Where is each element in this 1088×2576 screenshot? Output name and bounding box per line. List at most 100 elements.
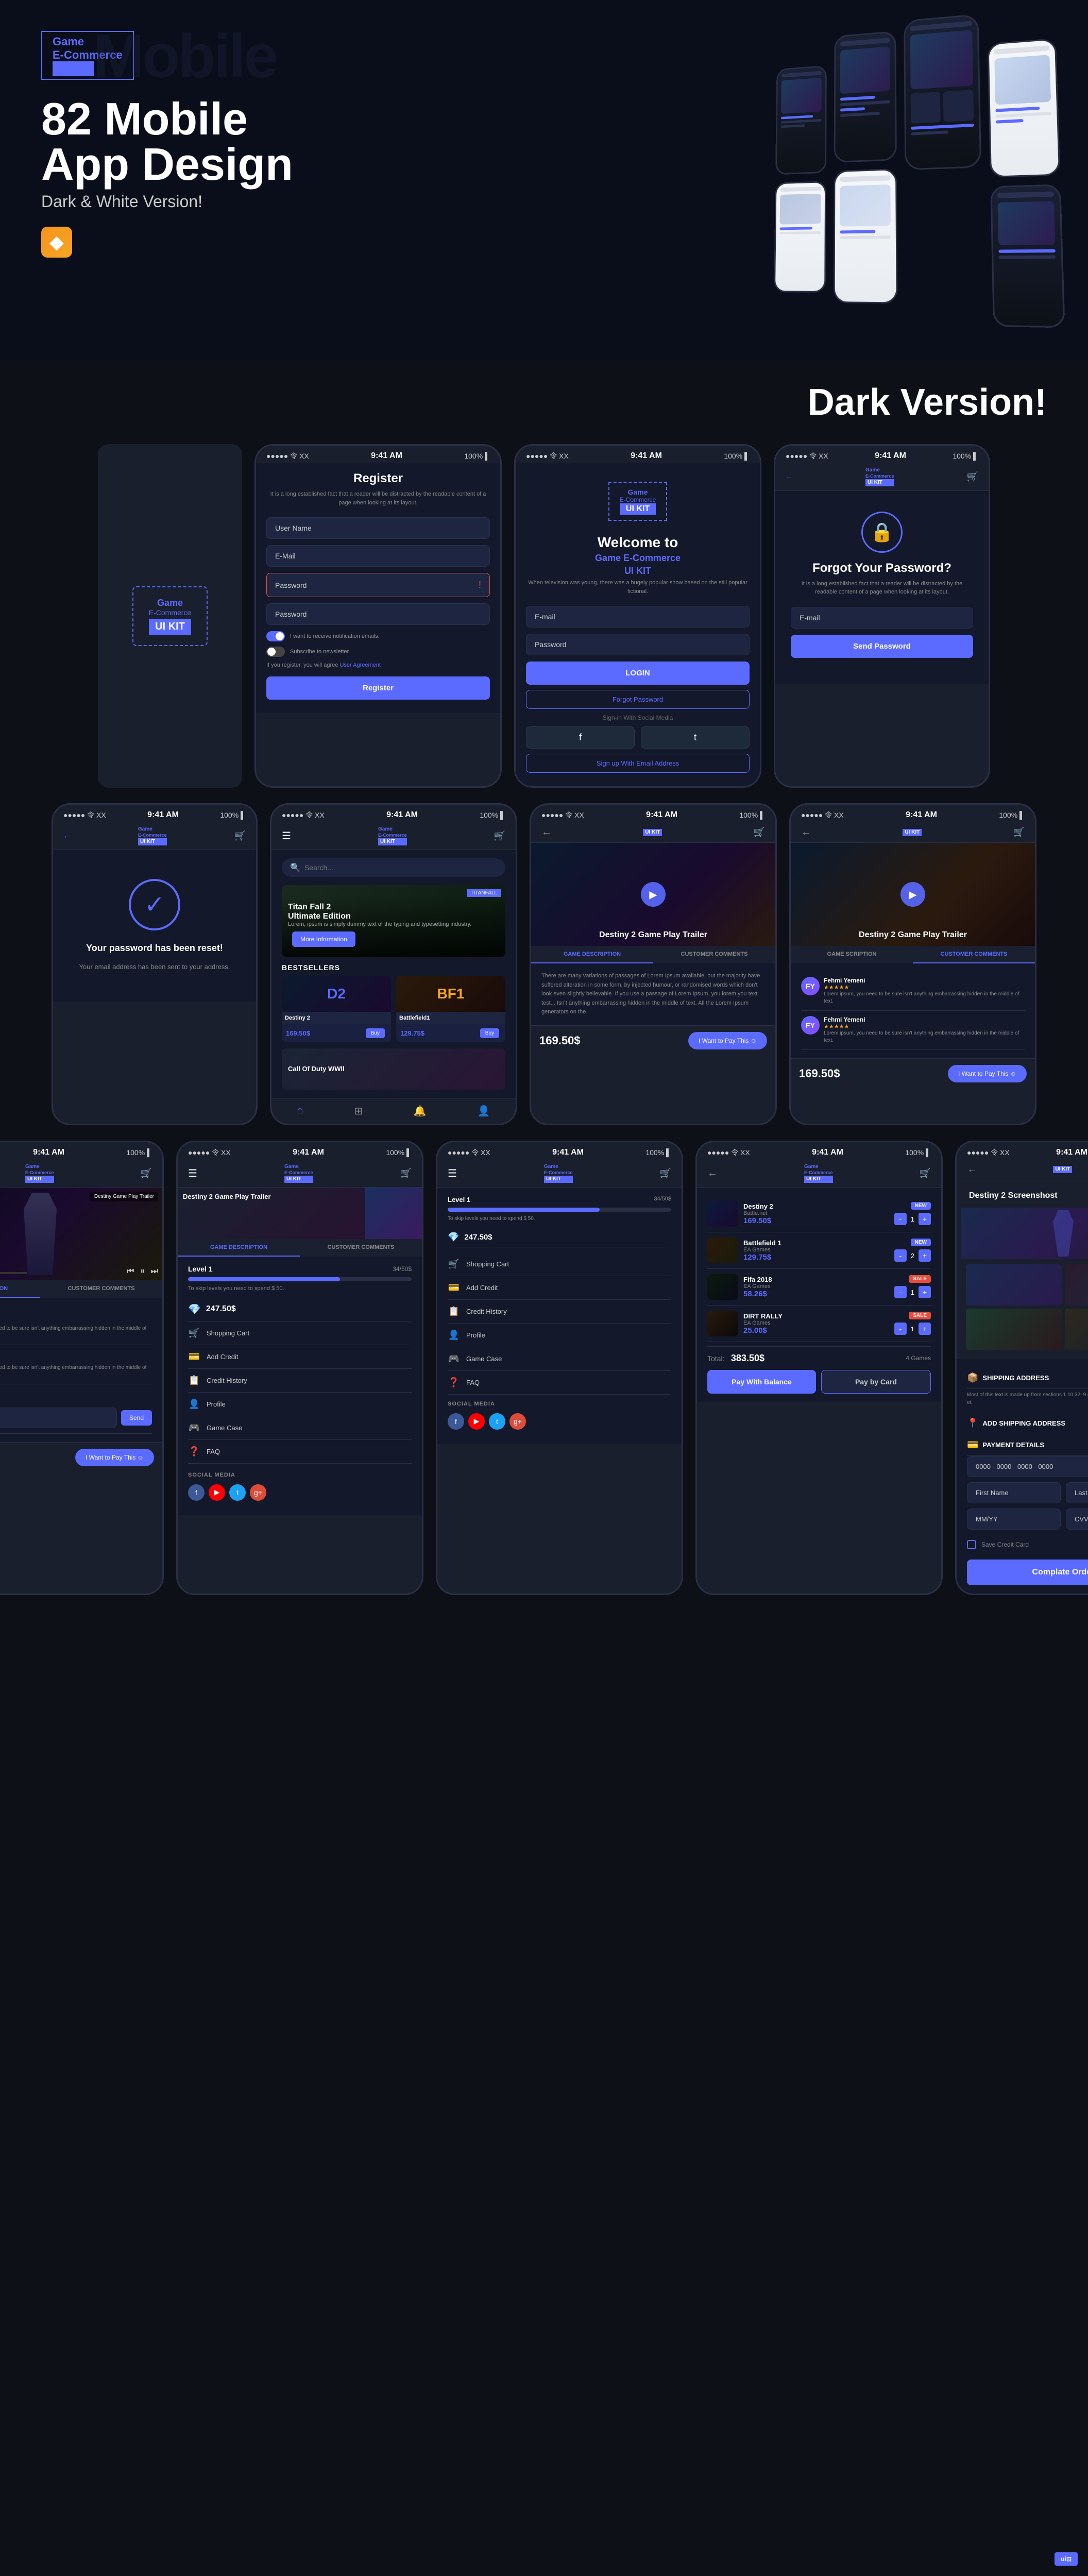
menu-icon-header[interactable]: ☰ bbox=[282, 829, 291, 842]
cart-icon-search[interactable]: 🛒 bbox=[494, 831, 505, 841]
twitter-login-btn[interactable]: t bbox=[641, 726, 750, 749]
ms-fb[interactable]: f bbox=[448, 1413, 464, 1430]
play-button[interactable]: ▶ bbox=[641, 882, 666, 907]
menu-ham-icon2[interactable]: ☰ bbox=[448, 1167, 457, 1180]
comment-input[interactable]: Comment... bbox=[0, 1408, 117, 1428]
register-button[interactable]: Register bbox=[266, 676, 490, 700]
cart-icon-detail2[interactable]: 🛒 bbox=[1013, 827, 1025, 838]
back-arrow-reset[interactable]: ← bbox=[63, 832, 71, 840]
menu-item-shopping[interactable]: 🛒 Shopping Cart bbox=[188, 1321, 412, 1345]
pay-button-detail1[interactable]: I Want to Pay This ☺ bbox=[688, 1032, 767, 1049]
pay-card-btn[interactable]: Pay by Card bbox=[821, 1370, 931, 1394]
fifa-qty-plus[interactable]: + bbox=[919, 1286, 931, 1298]
send-comment-btn[interactable]: Send bbox=[121, 1410, 152, 1426]
thumb-3[interactable] bbox=[966, 1309, 1062, 1350]
tab-menu-desc[interactable]: GAME DESCRIPTION bbox=[178, 1239, 300, 1257]
welcome-password-field[interactable]: Password bbox=[526, 634, 750, 655]
login-button[interactable]: LOGIN bbox=[526, 662, 750, 685]
complete-order-btn[interactable]: Complate Order bbox=[967, 1560, 1088, 1585]
youtube-icon[interactable]: ▶ bbox=[209, 1484, 225, 1501]
cart-icon-comments[interactable]: 🛒 bbox=[141, 1168, 152, 1179]
tab-menu-comments[interactable]: CUSTOMER COMMENTS bbox=[300, 1239, 422, 1257]
search-bar[interactable]: 🔍 bbox=[282, 858, 505, 877]
back-arrow-payment[interactable]: ← bbox=[967, 1164, 977, 1176]
add-shipping-section[interactable]: 📍 ADD SHIPPING ADDRESS › bbox=[967, 1413, 1088, 1434]
tab-customer-comments2[interactable]: CUSTOMER COMMENTS bbox=[913, 946, 1035, 963]
confirm-password-field[interactable]: Password bbox=[266, 603, 490, 625]
last-name-field[interactable]: Last Name bbox=[1066, 1482, 1088, 1503]
welcome-email-field[interactable]: E-mail bbox=[526, 606, 750, 628]
username-field[interactable]: User Name bbox=[266, 517, 490, 539]
play-main-btn[interactable]: ⏸ bbox=[141, 1267, 145, 1276]
destiny-buy-btn[interactable]: Buy bbox=[366, 1028, 385, 1038]
cart-icon[interactable]: 🛒 bbox=[967, 471, 978, 482]
menu-ham-icon[interactable]: ☰ bbox=[188, 1167, 197, 1180]
pay-button-comments[interactable]: I Want to Pay This ☺ bbox=[75, 1449, 154, 1466]
back-arrow-detail1[interactable]: ← bbox=[541, 826, 552, 838]
ms-profile[interactable]: 👤 Profile bbox=[448, 1324, 671, 1347]
back-arrow-cart[interactable]: ← bbox=[707, 1167, 718, 1179]
thumb-1[interactable] bbox=[966, 1264, 1062, 1306]
cart-icon-menusearch[interactable]: 🛒 bbox=[660, 1168, 671, 1179]
ms-credit[interactable]: 💳 Add Credit bbox=[448, 1276, 671, 1300]
pay-button-detail2[interactable]: I Want to Pay This ☺ bbox=[948, 1065, 1027, 1082]
ms-faq[interactable]: ❓ FAQ bbox=[448, 1371, 671, 1395]
cvv-field[interactable]: CVV bbox=[1066, 1509, 1088, 1530]
menu-item-credit[interactable]: 💳 Add Credit bbox=[188, 1345, 412, 1369]
next-btn[interactable]: ⏭ bbox=[151, 1267, 158, 1276]
prev-btn[interactable]: ⏮ bbox=[127, 1267, 134, 1276]
bell-nav[interactable]: 🔔 bbox=[414, 1105, 427, 1117]
user-nav[interactable]: 👤 bbox=[478, 1105, 490, 1117]
cart-icon-reset[interactable]: 🛒 bbox=[234, 831, 246, 841]
password-field[interactable]: Password ! bbox=[266, 573, 490, 597]
menu-item-faq[interactable]: ❓ FAQ bbox=[188, 1440, 412, 1464]
tab-game-description2[interactable]: GAME SCRIPTION bbox=[791, 946, 913, 963]
back-arrow-detail2[interactable]: ← bbox=[801, 826, 811, 838]
twitter-icon[interactable]: t bbox=[229, 1484, 246, 1501]
send-password-button[interactable]: Send Password bbox=[791, 635, 973, 658]
tab-game-desc3[interactable]: GAME DESCRIPTION bbox=[0, 1280, 40, 1298]
fifa-qty-minus[interactable]: - bbox=[894, 1286, 907, 1298]
tab-comments3[interactable]: CUSTOMER COMMENTS bbox=[40, 1280, 162, 1298]
save-card-checkbox[interactable] bbox=[967, 1540, 976, 1549]
menu-item-profile[interactable]: 👤 Profile bbox=[188, 1393, 412, 1416]
bf1-qty-plus[interactable]: + bbox=[919, 1249, 931, 1262]
notification-toggle[interactable] bbox=[266, 631, 285, 641]
forgot-password-link[interactable]: Forgot Password bbox=[526, 690, 750, 709]
back-arrow[interactable]: ← bbox=[786, 472, 793, 481]
home-nav[interactable]: ⌂ bbox=[297, 1105, 303, 1117]
pay-balance-btn[interactable]: Pay With Balance bbox=[707, 1370, 816, 1394]
ms-shopping[interactable]: 🛒 Shopping Cart bbox=[448, 1252, 671, 1276]
signup-email-button[interactable]: Sign up With Email Address bbox=[526, 754, 750, 773]
cart-icon-detail1[interactable]: 🛒 bbox=[754, 827, 765, 838]
email-field[interactable]: E-Mail bbox=[266, 545, 490, 567]
dirt-qty-minus[interactable]: - bbox=[894, 1323, 907, 1335]
thumb-2[interactable] bbox=[1065, 1264, 1088, 1306]
ms-gamecase[interactable]: 🎮 Game Case bbox=[448, 1347, 671, 1371]
shipping-section[interactable]: 📦 SHIPPING ADDRESS › bbox=[967, 1367, 1088, 1389]
facebook-login-btn[interactable]: f bbox=[526, 726, 635, 749]
ms-gp[interactable]: g+ bbox=[509, 1413, 526, 1430]
tab-customer-comments[interactable]: CUSTOMER COMMENTS bbox=[653, 946, 775, 963]
search-input[interactable] bbox=[304, 863, 497, 872]
googleplus-icon[interactable]: g+ bbox=[250, 1484, 266, 1501]
mmyy-field[interactable]: MM/YY bbox=[967, 1509, 1061, 1530]
cart-icon-menu[interactable]: 🛒 bbox=[400, 1168, 412, 1179]
first-name-field[interactable]: First Name bbox=[967, 1482, 1061, 1503]
thumb-4[interactable] bbox=[1065, 1309, 1088, 1350]
agreement-link[interactable]: User Agreement bbox=[339, 662, 380, 668]
play-button2[interactable]: ▶ bbox=[900, 882, 925, 907]
ms-history[interactable]: 📋 Credit History bbox=[448, 1300, 671, 1324]
bf1-qty-minus[interactable]: - bbox=[894, 1249, 907, 1262]
destiny-qty-plus[interactable]: + bbox=[919, 1213, 931, 1225]
menu-item-gamecase[interactable]: 🎮 Game Case bbox=[188, 1416, 412, 1440]
facebook-icon[interactable]: f bbox=[188, 1484, 205, 1501]
menu-item-history[interactable]: 📋 Credit History bbox=[188, 1369, 412, 1393]
card-number-field[interactable]: 0000 - 0000 - 0000 - 0000 bbox=[967, 1456, 1088, 1477]
destiny-qty-minus[interactable]: - bbox=[894, 1213, 907, 1225]
newsletter-toggle[interactable] bbox=[266, 647, 285, 657]
tab-game-description[interactable]: GAME DESCRIPTION bbox=[531, 946, 653, 963]
grid-nav[interactable]: ⊞ bbox=[354, 1105, 363, 1117]
ms-tw[interactable]: t bbox=[489, 1413, 505, 1430]
dirt-qty-plus[interactable]: + bbox=[919, 1323, 931, 1335]
